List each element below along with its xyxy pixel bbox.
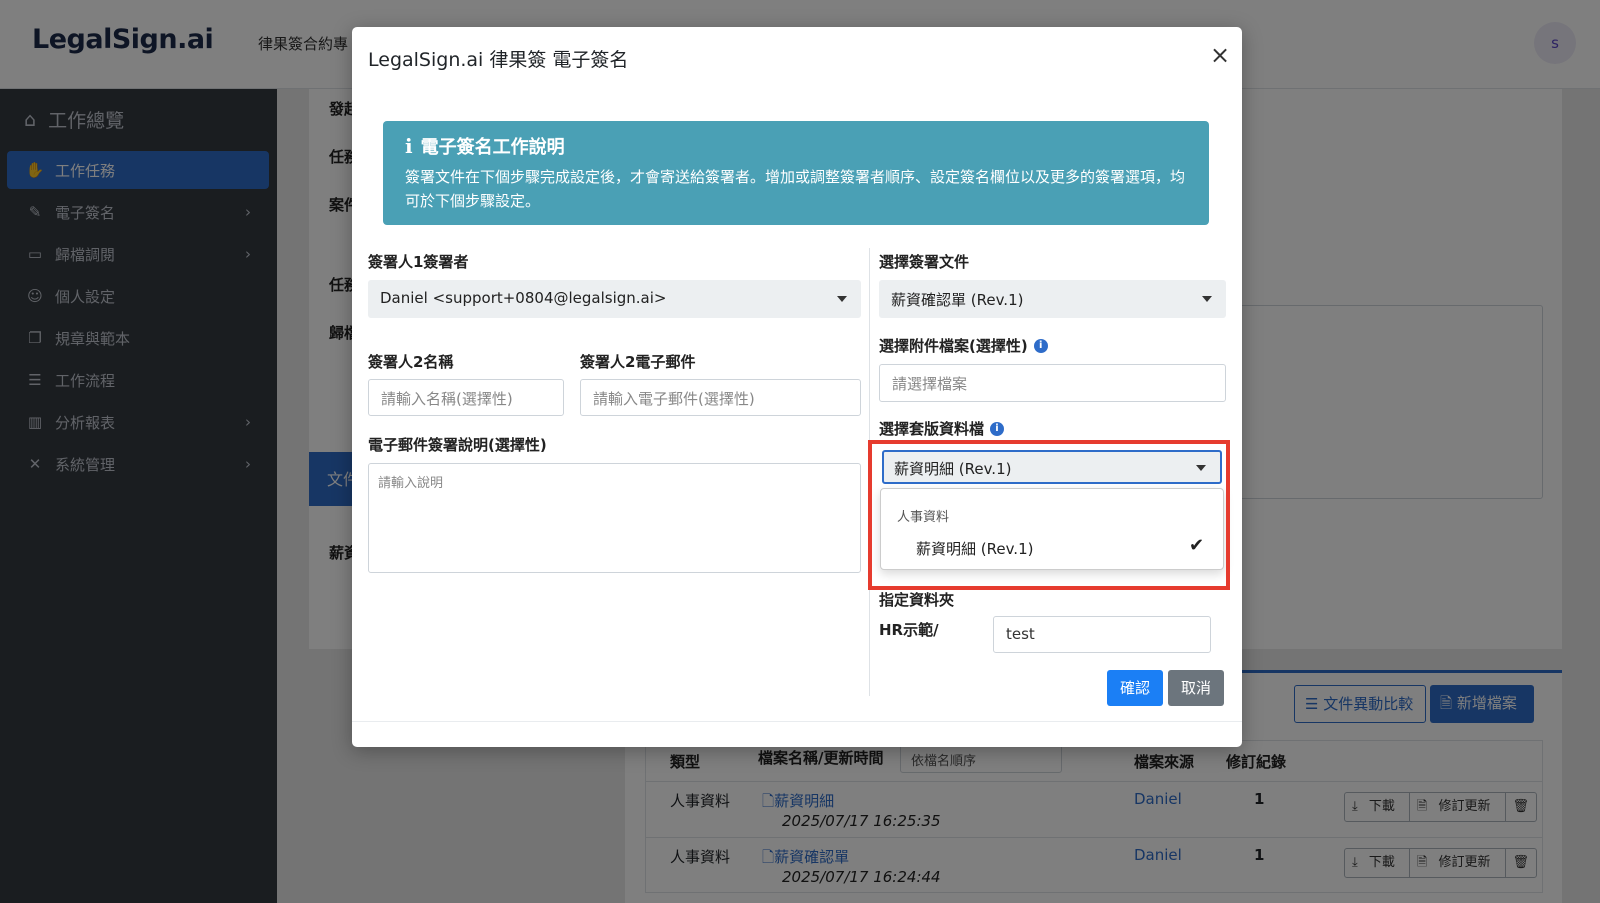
signer2-name-input[interactable]: 請輸入名稱(選擇性) — [368, 379, 564, 416]
info-heading: 電子簽名工作說明 — [420, 137, 565, 158]
signer2-email-label: 簽署人2電子郵件 — [580, 353, 696, 371]
modal-title: LegalSign.ai 律果簽 電子簽名 — [368, 49, 629, 71]
cancel-button[interactable]: 取消 — [1168, 670, 1224, 706]
signer2-email-input[interactable]: 請輸入電子郵件(選擇性) — [580, 379, 861, 416]
signer1-select[interactable]: Daniel <support+0804@legalsign.ai> — [368, 280, 861, 318]
info-icon[interactable]: i — [1033, 338, 1048, 353]
folder-path: HR示範/ — [879, 621, 939, 639]
info-icon: i — [405, 134, 413, 158]
signer2-name-label: 簽署人2名稱 — [368, 353, 454, 371]
folder-label: 指定資料夾 — [879, 591, 955, 609]
attach-label: 選擇附件檔案(選擇性) i — [879, 335, 1048, 356]
confirm-button[interactable]: 確認 — [1107, 670, 1163, 706]
doc-label: 選擇簽署文件 — [879, 253, 970, 271]
close-icon[interactable]: × — [1210, 43, 1230, 67]
info-text: 簽署文件在下個步驟完成設定後，才會寄送給簽署者。增加或調整簽署者順序、設定簽名欄… — [405, 168, 1186, 210]
caret-down-icon — [837, 296, 847, 302]
attach-input[interactable]: 請選擇檔案 — [879, 364, 1226, 402]
esign-modal: LegalSign.ai 律果簽 電子簽名 × i 電子簽名工作說明 簽署文件在… — [352, 27, 1242, 747]
folder-input[interactable]: test — [993, 616, 1211, 653]
doc-select[interactable]: 薪資確認單 (Rev.1) — [879, 280, 1226, 318]
caret-down-icon — [1202, 296, 1212, 302]
email-note-label: 電子郵件簽署說明(選擇性) — [368, 436, 547, 454]
info-icon[interactable]: i — [990, 421, 1005, 436]
template-label: 選擇套版資料檔 i — [879, 418, 1005, 439]
highlight-box — [868, 440, 1230, 590]
signer1-label: 簽署人1簽署者 — [368, 253, 469, 271]
info-box: i 電子簽名工作說明 簽署文件在下個步驟完成設定後，才會寄送給簽署者。增加或調整… — [383, 121, 1209, 225]
email-note-textarea[interactable]: 請輸入說明 — [368, 463, 861, 573]
modal-divider — [352, 721, 1242, 722]
